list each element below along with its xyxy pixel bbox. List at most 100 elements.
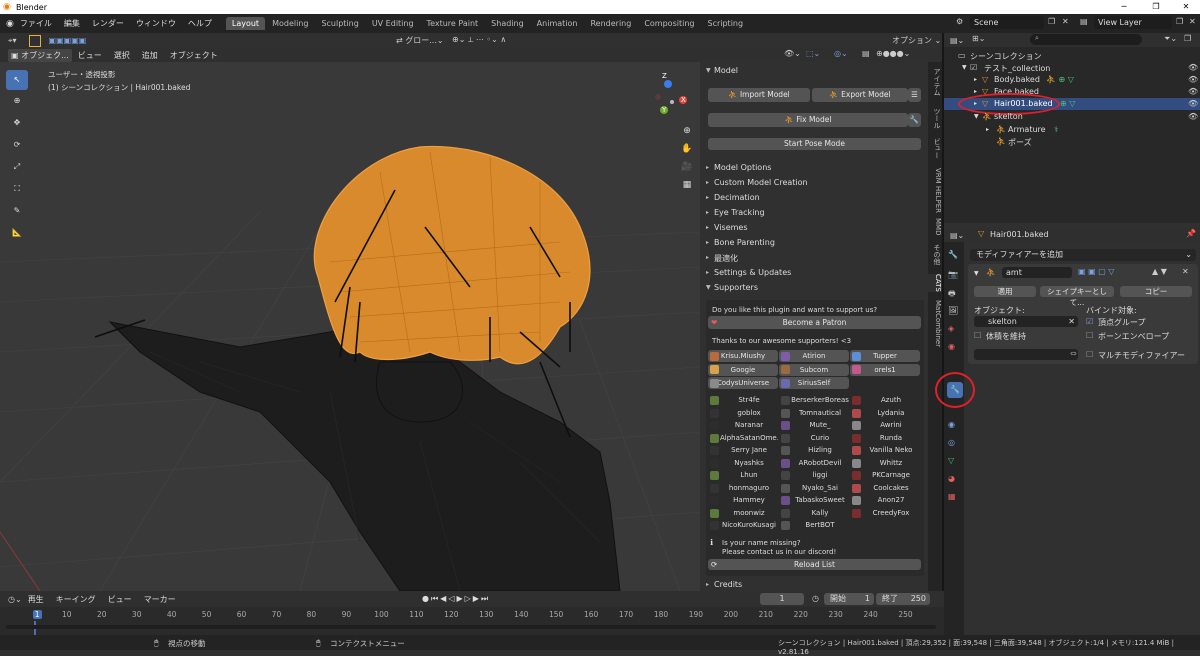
- world-props-icon[interactable]: ◉: [948, 342, 955, 351]
- menu-edit[interactable]: 編集: [58, 18, 86, 29]
- view-layer-props-icon[interactable]: 🖼: [948, 306, 958, 315]
- gizmo-toggle-icon[interactable]: ⬚⌄: [806, 49, 820, 58]
- vertex-groups-checkbox[interactable]: ☑: [1086, 317, 1093, 326]
- fix-settings-icon[interactable]: 🔧: [908, 113, 921, 127]
- hair-visibility-icon[interactable]: 👁: [1188, 99, 1198, 108]
- skelton-visibility-icon[interactable]: 👁: [1188, 112, 1198, 121]
- filter-icon[interactable]: ⏷⌄: [1164, 34, 1177, 44]
- delete-view-layer-icon[interactable]: ✕: [1189, 17, 1196, 26]
- menu-render[interactable]: レンダー: [86, 18, 130, 29]
- import-model-button[interactable]: ⛹ Import Model: [708, 88, 810, 102]
- export-model-button[interactable]: ⛹ Export Model: [812, 88, 908, 102]
- cursor-tool-icon[interactable]: ⊕: [6, 90, 28, 112]
- top-supporter-button[interactable]: orels1: [850, 363, 920, 376]
- tab-scripting[interactable]: Scripting: [701, 17, 749, 30]
- start-pose-mode-button[interactable]: Start Pose Mode: [708, 138, 921, 150]
- physics-props-icon[interactable]: ◎: [948, 438, 955, 447]
- rotate-tool-icon[interactable]: ⟳: [6, 134, 28, 156]
- camera-view-icon[interactable]: 🎥: [679, 158, 695, 176]
- section-visemes[interactable]: Visemes: [714, 223, 748, 232]
- close-button[interactable]: ✕: [1172, 0, 1200, 14]
- tab-tool[interactable]: ツール: [928, 108, 942, 129]
- vertex-group-field[interactable]: [974, 349, 1078, 360]
- overlay-toggle-icon[interactable]: ◎⌄: [834, 49, 848, 58]
- tab-compositing[interactable]: Compositing: [638, 17, 700, 30]
- tab-matcombiner[interactable]: MatCombiner: [928, 300, 942, 347]
- pan-icon[interactable]: ✋: [679, 140, 695, 158]
- new-scene-icon[interactable]: ❐: [1048, 17, 1055, 26]
- model-menu-icon[interactable]: ☰: [908, 88, 921, 102]
- clear-field-icon[interactable]: ✕: [1068, 316, 1075, 327]
- visibility-icon[interactable]: 👁⌄: [784, 49, 801, 58]
- tab-modeling[interactable]: Modeling: [266, 17, 314, 30]
- section-eye-tracking[interactable]: Eye Tracking: [714, 208, 765, 217]
- properties-editor-icon[interactable]: ▤⌄: [950, 231, 964, 240]
- select-box-tool-icon[interactable]: ↖: [6, 70, 28, 90]
- editor-type-icon[interactable]: ⌖▾: [8, 36, 17, 46]
- skelton-expand-icon[interactable]: ▼: [974, 113, 979, 120]
- top-supporter-button[interactable]: Krisu.Miushy: [708, 350, 778, 362]
- outliner-collection[interactable]: テスト_collection: [984, 63, 1050, 74]
- minimize-button[interactable]: ─: [1110, 0, 1138, 14]
- timeline-scrollbar[interactable]: [6, 625, 936, 629]
- mode-selector[interactable]: ▣ オブジェク...: [8, 48, 72, 62]
- section-optimization[interactable]: 最適化: [714, 253, 738, 264]
- zoom-icon[interactable]: ⊕: [679, 122, 695, 140]
- copy-modifier-button[interactable]: コピー: [1120, 286, 1192, 297]
- modifier-display-toggles[interactable]: ▣ ▣ ▢ ▽: [1078, 267, 1114, 276]
- tab-texture-paint[interactable]: Texture Paint: [421, 17, 485, 30]
- snap-icons[interactable]: ⊕⌄ ⟂ ⋯ ◦⌄ ∧: [452, 35, 506, 45]
- pin-icon[interactable]: 📌: [1186, 229, 1196, 238]
- xray-icon[interactable]: ▤: [862, 49, 870, 58]
- 3d-viewport[interactable]: Z X Y ユーザー・透視投影 (1) シーンコレクション | Hair001.…: [0, 62, 700, 591]
- scene-props-icon[interactable]: ◈: [948, 324, 954, 333]
- collection-expand-icon[interactable]: ▼: [962, 64, 967, 71]
- outliner-editor-icon[interactable]: ▤⌄: [950, 36, 964, 45]
- move-tool-icon[interactable]: ✥: [6, 112, 28, 134]
- display-mode-icon[interactable]: ⊞⌄: [972, 34, 985, 43]
- menu-window[interactable]: ウィンドウ: [130, 18, 182, 29]
- reload-list-button[interactable]: ⟳ Reload List: [708, 559, 921, 570]
- invert-vgroup-icon[interactable]: ⇔: [1070, 349, 1077, 358]
- fix-model-button[interactable]: ⛹ Fix Model: [708, 113, 908, 127]
- tab-item[interactable]: アイテム: [928, 68, 942, 96]
- apply-button[interactable]: 適用: [974, 286, 1036, 297]
- preserve-volume-checkbox[interactable]: ☐: [974, 331, 981, 340]
- tab-rendering[interactable]: Rendering: [584, 17, 637, 30]
- menu-add[interactable]: 追加: [136, 50, 164, 61]
- tab-vrm-helper[interactable]: VRM HELPER: [928, 168, 942, 213]
- tab-layout[interactable]: Layout: [225, 17, 266, 30]
- shading-modes-icon[interactable]: ⊕●●●⌄: [876, 49, 910, 58]
- section-decimation[interactable]: Decimation: [714, 193, 760, 202]
- tab-uv-editing[interactable]: UV Editing: [366, 17, 420, 30]
- top-supporter-button[interactable]: Atirion: [779, 350, 849, 362]
- texture-props-icon[interactable]: ▦: [948, 492, 956, 501]
- top-supporter-button[interactable]: CodysUniverse: [708, 377, 778, 389]
- tab-view[interactable]: ビュー: [928, 138, 942, 159]
- collection-visibility-icon[interactable]: 👁: [1188, 63, 1198, 72]
- section-settings-updates[interactable]: Settings & Updates: [714, 268, 791, 277]
- new-collection-icon[interactable]: ❐: [1184, 34, 1191, 43]
- maximize-button[interactable]: ❐: [1142, 0, 1170, 14]
- add-modifier-dropdown[interactable]: モディファイアーを追加 ⌄: [970, 249, 1196, 261]
- bone-envelopes-checkbox[interactable]: ☐: [1086, 331, 1093, 340]
- section-model-options[interactable]: Model Options: [714, 163, 771, 172]
- menu-help[interactable]: ヘルプ: [182, 18, 218, 29]
- new-view-layer-icon[interactable]: ❐: [1176, 17, 1183, 26]
- render-props-icon[interactable]: 📷: [948, 270, 958, 279]
- modifier-move-arrows[interactable]: ▲ ▼: [1152, 267, 1167, 276]
- material-props-icon[interactable]: ◕: [948, 474, 955, 483]
- armature-expand-icon[interactable]: ▸: [986, 126, 989, 133]
- output-props-icon[interactable]: 🖶: [948, 288, 956, 302]
- tab-other[interactable]: その他: [928, 244, 942, 265]
- measure-tool-icon[interactable]: 📐: [6, 222, 28, 244]
- apply-as-shapekey-button[interactable]: シェイプキーとして...: [1040, 286, 1114, 307]
- select-tool-icon[interactable]: [28, 34, 41, 47]
- outliner-search-input[interactable]: ⌕: [1030, 34, 1142, 45]
- particles-props-icon[interactable]: ◉: [948, 420, 955, 429]
- options-menu[interactable]: オプション ⌄: [892, 35, 941, 46]
- outliner-scene-collection[interactable]: シーンコレクション: [970, 51, 1042, 62]
- menu-view[interactable]: ビュー: [72, 50, 108, 61]
- tab-mmd[interactable]: MMD: [928, 218, 942, 235]
- section-custom-model-creation[interactable]: Custom Model Creation: [714, 178, 808, 187]
